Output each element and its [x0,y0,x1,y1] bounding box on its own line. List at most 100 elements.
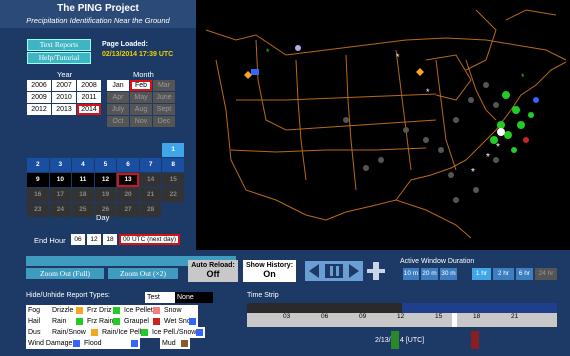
month-mar[interactable]: Mar [153,80,175,91]
help-tutorial-link[interactable]: Help/Tutorial [27,52,91,64]
legend-fog[interactable]: Fog [26,305,50,316]
text-reports-link[interactable]: Text Reports [27,39,91,51]
year-2009[interactable]: 2009 [27,92,51,103]
day-15[interactable]: 15 [162,173,184,187]
year-2013[interactable]: 2013 [52,104,76,115]
year-2008[interactable]: 2008 [77,80,101,91]
year-2007[interactable]: 2007 [52,80,76,91]
day-2[interactable]: 2 [27,158,49,172]
legend-test[interactable]: Test [145,292,175,303]
show-history-value: On [263,269,276,279]
month-feb[interactable]: Feb [130,80,152,91]
us-map[interactable]: * * * * * * * [196,0,570,250]
month-nov[interactable]: Nov [130,116,152,127]
day-25[interactable]: 25 [72,203,94,217]
month-oct[interactable]: Oct [107,116,129,127]
legend-frz-rain[interactable]: Frz Rain [85,316,122,327]
legend-label: Mud [162,340,176,347]
legend-wet-snow[interactable]: Wet Snow [162,316,198,327]
day-empty [162,203,184,217]
zoom-out-full-button[interactable]: Zoom Out (Full) [26,268,104,279]
day-14[interactable]: 14 [139,173,162,187]
legend-hail[interactable]: Hail [26,316,50,327]
duration-24-hr[interactable]: 24 hr [535,268,557,280]
page-loaded-value: 02/13/2014 17:39 UTC [102,51,174,58]
day-8[interactable]: 8 [162,158,184,172]
legend-dust[interactable]: Dust [26,327,50,338]
legend-none[interactable]: None [175,292,213,303]
legend-frz-driz[interactable]: Frz Driz [85,305,122,316]
day-24[interactable]: 24 [49,203,72,217]
time-end-marker[interactable] [471,331,479,349]
day-21[interactable]: 21 [139,188,162,202]
year-2014[interactable]: 2014 [77,104,101,115]
month-may[interactable]: May [130,92,152,103]
day-1[interactable]: 1 [162,143,184,157]
day-17[interactable]: 17 [49,188,72,202]
duration-20-m[interactable]: 20 m [421,268,438,280]
legend-wind-damage[interactable]: Wind Damage [26,338,82,349]
legend-ice-pell-snow[interactable]: Ice Pell./Snow [150,327,205,338]
legend-mud[interactable]: Mud [160,338,190,349]
legend-label: Wind Damage [28,340,73,347]
duration-1-hr[interactable]: 1 hr [472,268,491,280]
day-18[interactable]: 18 [72,188,94,202]
end-hour-00-next-day[interactable]: 00 UTC (next day) [119,234,180,245]
year-2006[interactable]: 2006 [27,80,51,91]
legend-flood[interactable]: Flood [82,338,140,349]
legend-symbol-icon [141,329,148,336]
year-2011[interactable]: 2011 [77,92,101,103]
legend-rain-snow[interactable]: Rain/Snow [50,327,100,338]
map[interactable]: * * * * * * * [196,0,570,250]
duration-30-m[interactable]: 30 m [440,268,457,280]
legend-rain-ice-pell-[interactable]: Rain/Ice Pell. [100,327,150,338]
page-loaded-label: Page Loaded: [102,41,148,48]
day-11[interactable]: 11 [72,173,94,187]
end-hour-18[interactable]: 18 [103,234,117,245]
zoom-out-x2-button[interactable]: Zoom Out (×2) [108,268,178,279]
auto-reload-label: Auto Reload: [191,262,235,269]
end-hour-12[interactable]: 12 [87,234,101,245]
month-jan[interactable]: Jan [107,80,129,91]
show-history-toggle[interactable]: Show History: On [243,260,296,282]
day-4[interactable]: 4 [72,158,94,172]
legend-symbol-icon [76,318,83,325]
day-19[interactable]: 19 [94,188,117,202]
year-2010[interactable]: 2010 [52,92,76,103]
day-10[interactable]: 10 [49,173,72,187]
day-23[interactable]: 23 [27,203,49,217]
month-apr[interactable]: Apr [107,92,129,103]
month-july[interactable]: July [107,104,129,115]
month-june[interactable]: June [153,92,175,103]
auto-reload-toggle[interactable]: Auto Reload: Off [188,260,238,282]
day-13[interactable]: 13 [117,173,139,187]
day-27[interactable]: 27 [117,203,139,217]
day-16[interactable]: 16 [27,188,49,202]
month-aug[interactable]: Aug [130,104,152,115]
duration-2-hr[interactable]: 2 hr [493,268,514,280]
day-6[interactable]: 6 [117,158,139,172]
duration-6-hr[interactable]: 6 hr [516,268,533,280]
day-12[interactable]: 12 [94,173,117,187]
month-dec[interactable]: Dec [153,116,175,127]
year-2012[interactable]: 2012 [27,104,51,115]
day-22[interactable]: 22 [162,188,184,202]
speed-slider-thumb[interactable] [367,269,385,273]
legend-graupel[interactable]: Graupel [122,316,162,327]
time-start-marker[interactable] [391,331,399,349]
end-hour-06[interactable]: 06 [71,234,85,245]
day-28[interactable]: 28 [139,203,162,217]
legend-rain[interactable]: Rain [50,316,85,327]
legend-drizzle[interactable]: Drizzle [50,305,85,316]
day-20[interactable]: 20 [117,188,139,202]
day-7[interactable]: 7 [139,158,162,172]
duration-10-m[interactable]: 10 m [403,268,419,280]
legend-snow[interactable]: Snow [162,305,198,316]
month-sept[interactable]: Sept [153,104,175,115]
step-back-icon [309,264,319,278]
day-9[interactable]: 9 [27,173,49,187]
day-3[interactable]: 3 [49,158,72,172]
day-5[interactable]: 5 [94,158,117,172]
day-empty [72,143,94,157]
legend-ice-pellets[interactable]: Ice Pellets [122,305,162,316]
